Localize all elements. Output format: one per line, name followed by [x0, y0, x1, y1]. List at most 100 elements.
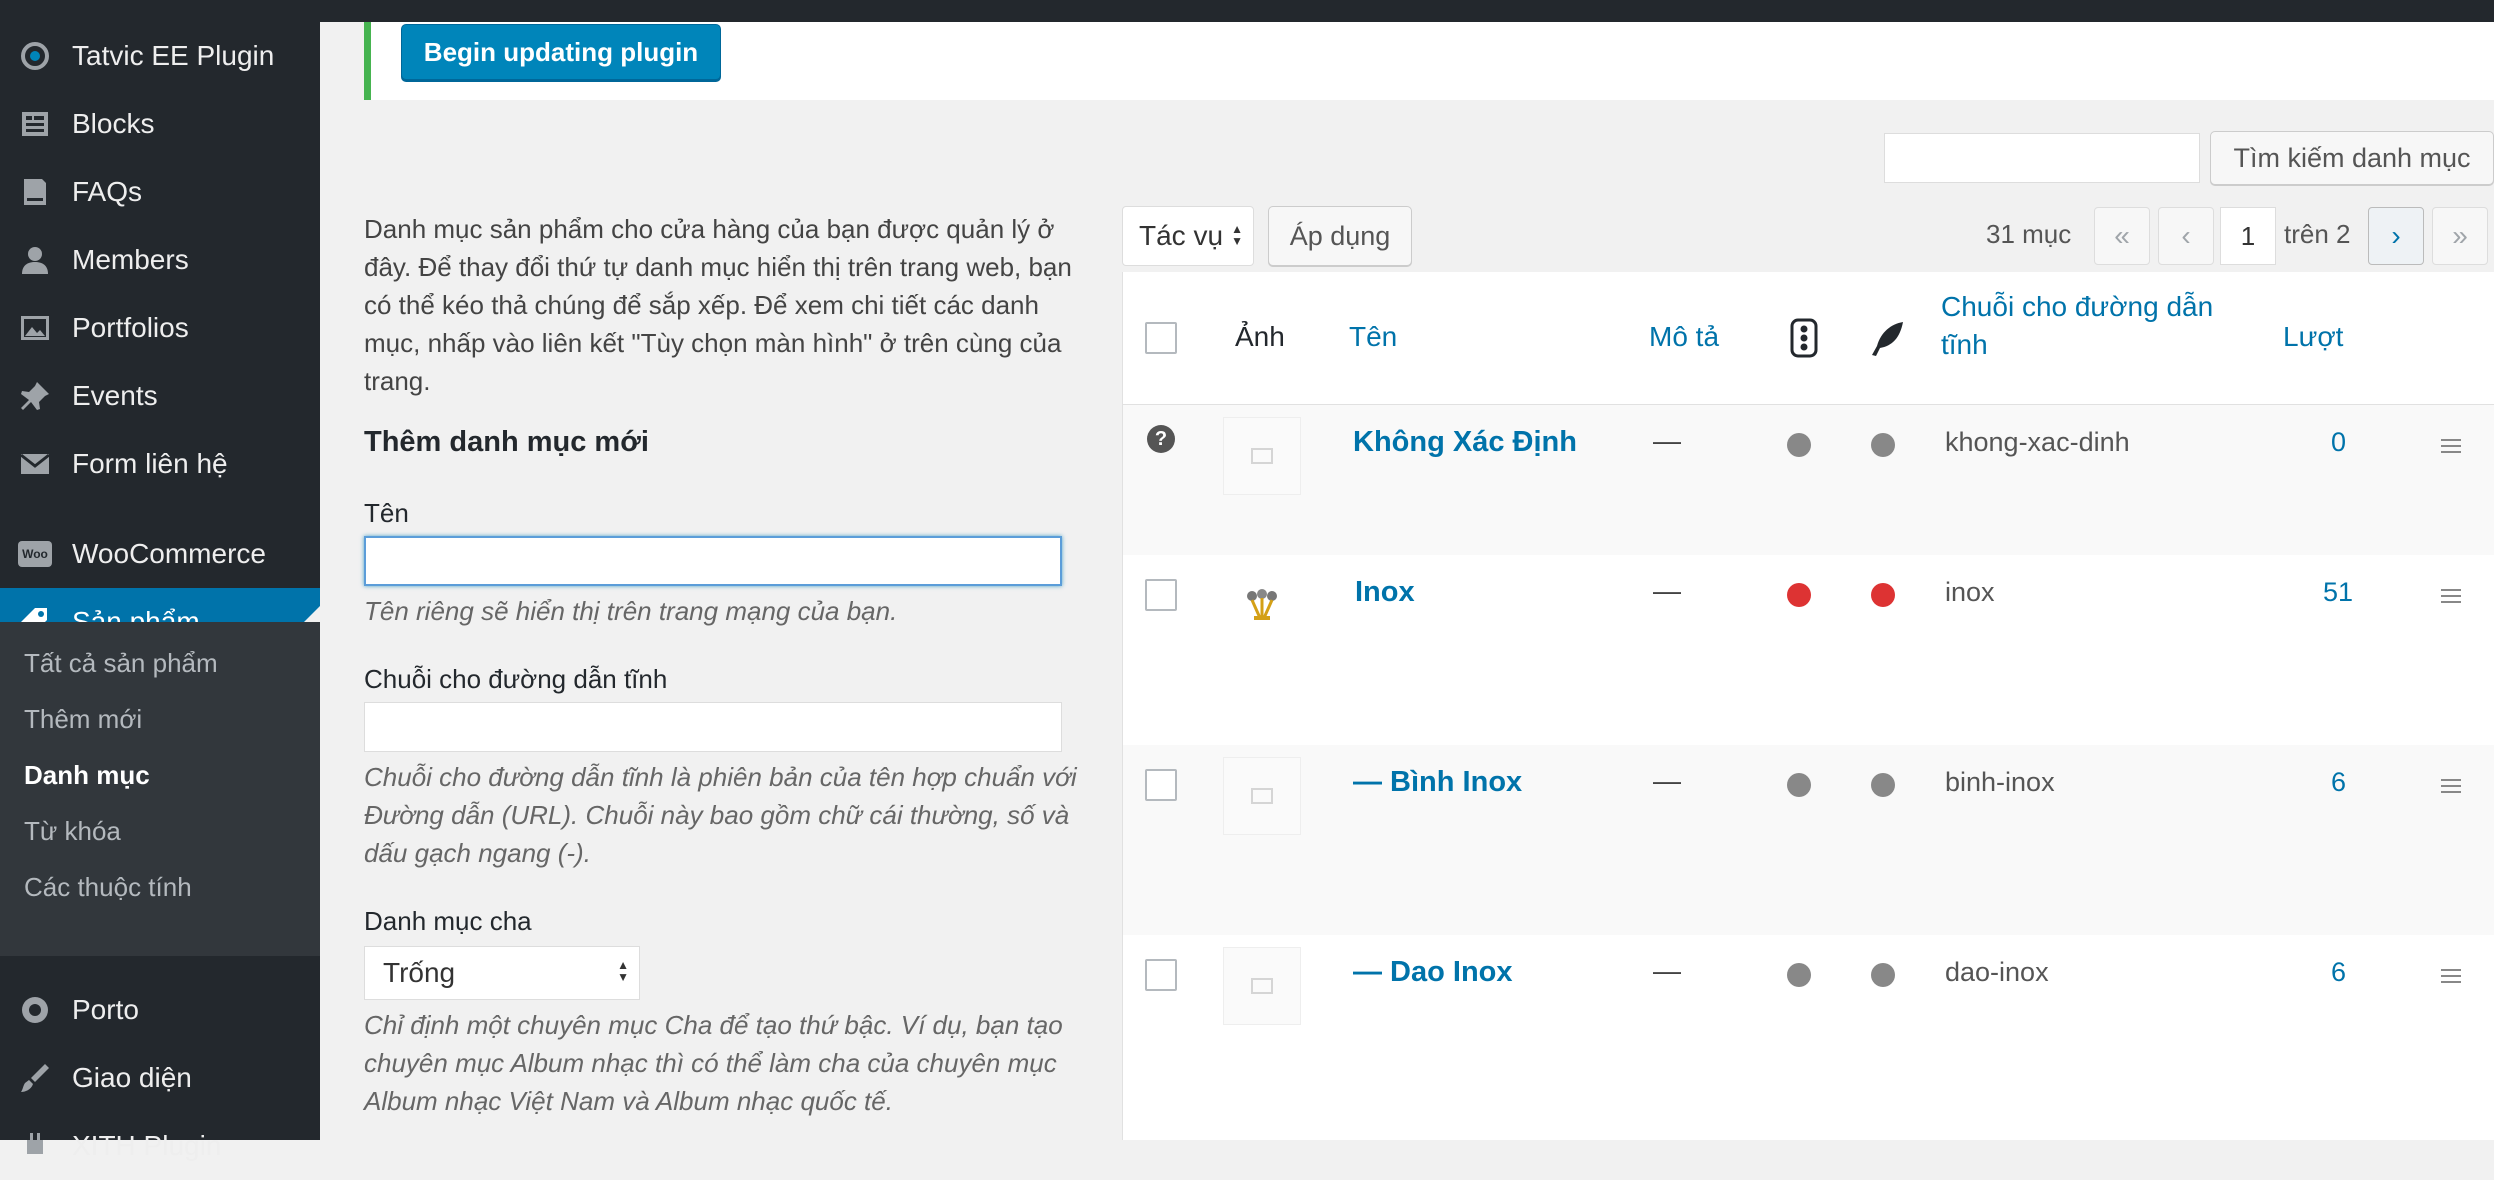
category-description: — — [1653, 425, 1681, 456]
menu-item-tatvic[interactable]: Tatvic EE Plugin — [0, 22, 320, 90]
row-checkbox[interactable] — [1145, 579, 1177, 611]
bulk-action-select[interactable]: Tác vụ ▲ ▼ — [1122, 206, 1254, 266]
parent-category-select[interactable]: Trống ▲ ▼ — [364, 946, 640, 1000]
select-all-checkbox[interactable] — [1145, 322, 1177, 354]
menu-item-events[interactable]: Events — [0, 362, 320, 430]
search-categories-button[interactable]: Tìm kiếm danh mục — [2210, 131, 2494, 185]
row-checkbox[interactable] — [1145, 959, 1177, 991]
placeholder-image-icon — [1251, 448, 1273, 464]
category-thumbnail — [1223, 417, 1301, 495]
status-dot — [1787, 433, 1811, 457]
first-page-button[interactable]: « — [2094, 207, 2150, 265]
status-dot — [1871, 773, 1895, 797]
slug-help: Chuỗi cho đường dẫn tĩnh là phiên bản củ… — [364, 762, 1077, 868]
feather-icon — [1869, 320, 1907, 363]
name-label: Tên — [364, 498, 409, 528]
category-count-link[interactable]: 0 — [2331, 427, 2346, 458]
help-icon[interactable]: ? — [1147, 425, 1175, 453]
admin-bar — [0, 0, 2494, 22]
submenu-attributes[interactable]: Các thuộc tính — [24, 872, 192, 903]
menu-item-members[interactable]: Members — [0, 226, 320, 294]
submenu-categories[interactable]: Danh mục — [24, 760, 150, 791]
menu-item-contact-form[interactable]: Form liên hệ — [0, 430, 320, 498]
table-row: Inox — inox 51 — [1123, 555, 2494, 745]
products-submenu: Tất cả sản phẩm Thêm mới Danh mục Từ khó… — [0, 622, 320, 956]
blocks-icon — [17, 106, 53, 142]
header-slug[interactable]: Chuỗi cho đường dẫn tĩnh — [1941, 288, 2241, 364]
category-thumbnail — [1223, 757, 1301, 835]
members-icon — [17, 242, 53, 278]
stoplight-icon — [1789, 318, 1819, 363]
category-name-input[interactable] — [364, 536, 1062, 586]
apply-button[interactable]: Áp dụng — [1268, 206, 1412, 266]
drag-handle-icon[interactable] — [2441, 589, 2461, 607]
menu-item-faqs[interactable]: FAQs — [0, 158, 320, 226]
category-name-link[interactable]: — Dao Inox — [1353, 956, 1513, 989]
header-name[interactable]: Tên — [1349, 318, 1397, 356]
woocommerce-icon: Woo — [17, 536, 53, 572]
pin-icon — [17, 378, 53, 414]
categories-intro-text: Danh mục sản phẩm cho cửa hàng của bạn đ… — [364, 214, 1072, 396]
begin-updating-plugin-button[interactable]: Begin updating plugin — [401, 24, 721, 80]
category-description: — — [1653, 575, 1681, 606]
prev-page-button[interactable]: ‹ — [2158, 207, 2214, 265]
category-description: — — [1653, 765, 1681, 796]
category-thumbnail — [1223, 567, 1301, 645]
status-dot — [1871, 963, 1895, 987]
placeholder-image-icon — [1251, 788, 1273, 804]
admin-sidebar: Tatvic EE Plugin Blocks FAQs Members Por… — [0, 22, 320, 1161]
category-count-link[interactable]: 6 — [2331, 957, 2346, 988]
slug-label: Chuỗi cho đường dẫn tĩnh — [364, 664, 668, 694]
category-count-link[interactable]: 6 — [2331, 767, 2346, 798]
portfolios-icon — [17, 310, 53, 346]
name-help: Tên riêng sẽ hiển thị trên trang mạng củ… — [364, 596, 898, 626]
submenu-tags[interactable]: Từ khóa — [24, 816, 121, 847]
category-slug-input[interactable] — [364, 702, 1062, 752]
table-row: ? Không Xác Định — khong-xac-dinh 0 — [1123, 405, 2494, 555]
table-header: Ảnh Tên Mô tả Chuỗi cho đường dẫn tĩnh L… — [1123, 272, 2494, 405]
status-dot — [1787, 583, 1811, 607]
last-page-button[interactable]: » — [2432, 207, 2488, 265]
parent-help: Chỉ định một chuyên mục Cha để tạo thứ b… — [364, 1010, 1063, 1116]
drag-handle-icon[interactable] — [2441, 439, 2461, 457]
status-dot — [1787, 963, 1811, 987]
spoons-image — [1247, 589, 1277, 620]
select-arrows-icon: ▲ ▼ — [1231, 222, 1243, 248]
menu-item-xith-plugin[interactable]: XITH Plugin — [0, 1112, 320, 1180]
current-page-input[interactable]: 1 — [2220, 207, 2276, 265]
header-count[interactable]: Lượt — [2283, 318, 2343, 356]
category-slug: dao-inox — [1945, 957, 2049, 987]
menu-item-blocks[interactable]: Blocks — [0, 90, 320, 158]
menu-item-porto[interactable]: Porto — [0, 976, 320, 1044]
category-count-link[interactable]: 51 — [2323, 577, 2353, 608]
status-dot — [1871, 433, 1895, 457]
categories-table: Ảnh Tên Mô tả Chuỗi cho đường dẫn tĩnh L… — [1122, 272, 2494, 1140]
faqs-icon — [17, 174, 53, 210]
select-arrows-icon: ▲ ▼ — [617, 958, 629, 984]
menu-item-woocommerce[interactable]: Woo WooCommerce — [0, 520, 320, 588]
category-slug: khong-xac-dinh — [1945, 427, 2130, 457]
item-count: 31 mục — [1986, 219, 2072, 249]
total-pages: trên 2 — [2284, 219, 2351, 249]
drag-handle-icon[interactable] — [2441, 779, 2461, 797]
status-dot — [1787, 773, 1811, 797]
submenu-add-new[interactable]: Thêm mới — [24, 704, 142, 735]
menu-item-portfolios[interactable]: Portfolios — [0, 294, 320, 362]
submenu-all-products[interactable]: Tất cả sản phẩm — [24, 648, 218, 679]
header-description[interactable]: Mô tả — [1649, 318, 1719, 356]
next-page-button[interactable]: › — [2368, 207, 2424, 265]
placeholder-image-icon — [1251, 978, 1273, 994]
drag-handle-icon[interactable] — [2441, 969, 2461, 987]
table-row: — Bình Inox — binh-inox 6 — [1123, 745, 2494, 935]
category-description: — — [1653, 955, 1681, 986]
mail-icon — [17, 446, 53, 482]
category-name-link[interactable]: — Bình Inox — [1353, 766, 1522, 799]
tatvic-icon — [17, 38, 53, 74]
menu-item-appearance[interactable]: Giao diện — [0, 1044, 320, 1112]
category-name-link[interactable]: Inox — [1355, 576, 1415, 609]
plugin-icon — [17, 1128, 53, 1164]
category-slug: binh-inox — [1945, 767, 2055, 797]
category-name-link[interactable]: Không Xác Định — [1353, 426, 1577, 459]
category-search-input[interactable] — [1884, 133, 2200, 183]
row-checkbox[interactable] — [1145, 769, 1177, 801]
